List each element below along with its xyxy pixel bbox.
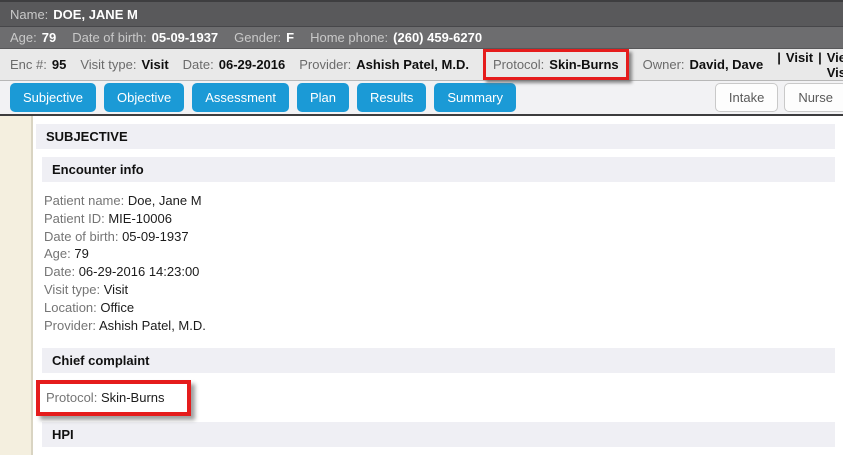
protocol-label: Protocol: [493, 57, 544, 72]
subjective-section-heading: SUBJECTIVE [36, 124, 835, 149]
patient-name-value: DOE, JANE M [53, 7, 138, 22]
dob-label: Date of birth: [72, 30, 146, 45]
chief-complaint-heading-text: Chief complaint [52, 353, 150, 368]
demographics-bar: Age: 79 Date of birth: 05-09-1937 Gender: F… [0, 27, 843, 49]
tab-assessment[interactable]: Assessment [192, 83, 289, 112]
tab-subjective[interactable]: Subjective [10, 83, 96, 112]
hpi-heading-text: HPI [52, 427, 74, 442]
encounter-info-heading-text: Encounter info [52, 162, 144, 177]
enc-date-value: 06-29-2016 [219, 57, 286, 72]
toolbar-right-group: Intake Nurse [715, 83, 843, 112]
field-dob: Date of birth: 05-09-1937 [44, 228, 835, 246]
left-sidebar-strip [0, 116, 33, 455]
encounter-info-heading: Encounter info [42, 157, 835, 182]
age-label: Age: [10, 30, 37, 45]
protocol-highlight-box-body: Protocol: Skin-Burns [36, 380, 191, 416]
field-location: Location: Office [44, 299, 835, 317]
note-body: SUBJECTIVE Encounter info Patient name: … [33, 116, 843, 455]
cc-protocol-value: Skin-Burns [101, 390, 165, 405]
dob-value: 05-09-1937 [152, 30, 219, 45]
field-provider: Provider: Ashish Patel, M.D. [44, 317, 835, 335]
pipe-separator: | [777, 50, 781, 80]
field-patient-name: Patient name: Doe, Jane M [44, 192, 835, 210]
name-label: Name: [10, 7, 48, 22]
intake-button[interactable]: Intake [715, 83, 778, 112]
content-area: SUBJECTIVE Encounter info Patient name: … [0, 116, 843, 455]
gender-value: F [286, 30, 294, 45]
protocol-highlight-box-header: Protocol: Skin-Burns [483, 49, 629, 80]
enc-date-label: Date: [183, 57, 214, 72]
view-visit-link[interactable]: View Visit [827, 50, 843, 80]
visit-type-value: Visit [141, 57, 168, 72]
field-date: Date: 06-29-2016 14:23:00 [44, 263, 835, 281]
ehr-window: Name: DOE, JANE M Age: 79 Date of birth: 05… [0, 0, 843, 457]
visit-links: | Visit | View Visit | [777, 50, 843, 80]
field-patient-id: Patient ID: MIE-10006 [44, 210, 835, 228]
provider-value: Ashish Patel, M.D. [356, 57, 469, 72]
tab-summary[interactable]: Summary [434, 83, 516, 112]
hpi-heading: HPI [42, 422, 835, 447]
home-phone-value: (260) 459-6270 [393, 30, 482, 45]
home-phone-label: Home phone: [310, 30, 388, 45]
field-age: Age: 79 [44, 245, 835, 263]
protocol-value: Skin-Burns [549, 57, 618, 72]
gender-label: Gender: [234, 30, 281, 45]
enc-number-value: 95 [52, 57, 66, 72]
visit-type-label: Visit type: [80, 57, 136, 72]
encounter-bar: Enc #: 95 Visit type: Visit Date: 06-29-201… [0, 49, 843, 81]
owner-value: David, Dave [690, 57, 764, 72]
patient-name-bar: Name: DOE, JANE M [0, 0, 843, 27]
encounter-info-fields: Patient name: Doe, Jane M Patient ID: MI… [44, 192, 835, 334]
chief-complaint-heading: Chief complaint [42, 348, 835, 373]
nurse-button[interactable]: Nurse [784, 83, 843, 112]
owner-label: Owner: [643, 57, 685, 72]
section-toolbar: Subjective Objective Assessment Plan Res… [0, 81, 843, 116]
field-visit-type: Visit type: Visit [44, 281, 835, 299]
cc-protocol-label: Protocol: [46, 390, 97, 405]
pipe-separator: | [818, 50, 822, 80]
provider-label: Provider: [299, 57, 351, 72]
tab-objective[interactable]: Objective [104, 83, 184, 112]
visit-link[interactable]: Visit [786, 50, 813, 80]
age-value: 79 [42, 30, 56, 45]
enc-number-label: Enc #: [10, 57, 47, 72]
tab-plan[interactable]: Plan [297, 83, 349, 112]
subjective-heading-text: SUBJECTIVE [46, 129, 128, 144]
tab-results[interactable]: Results [357, 83, 426, 112]
